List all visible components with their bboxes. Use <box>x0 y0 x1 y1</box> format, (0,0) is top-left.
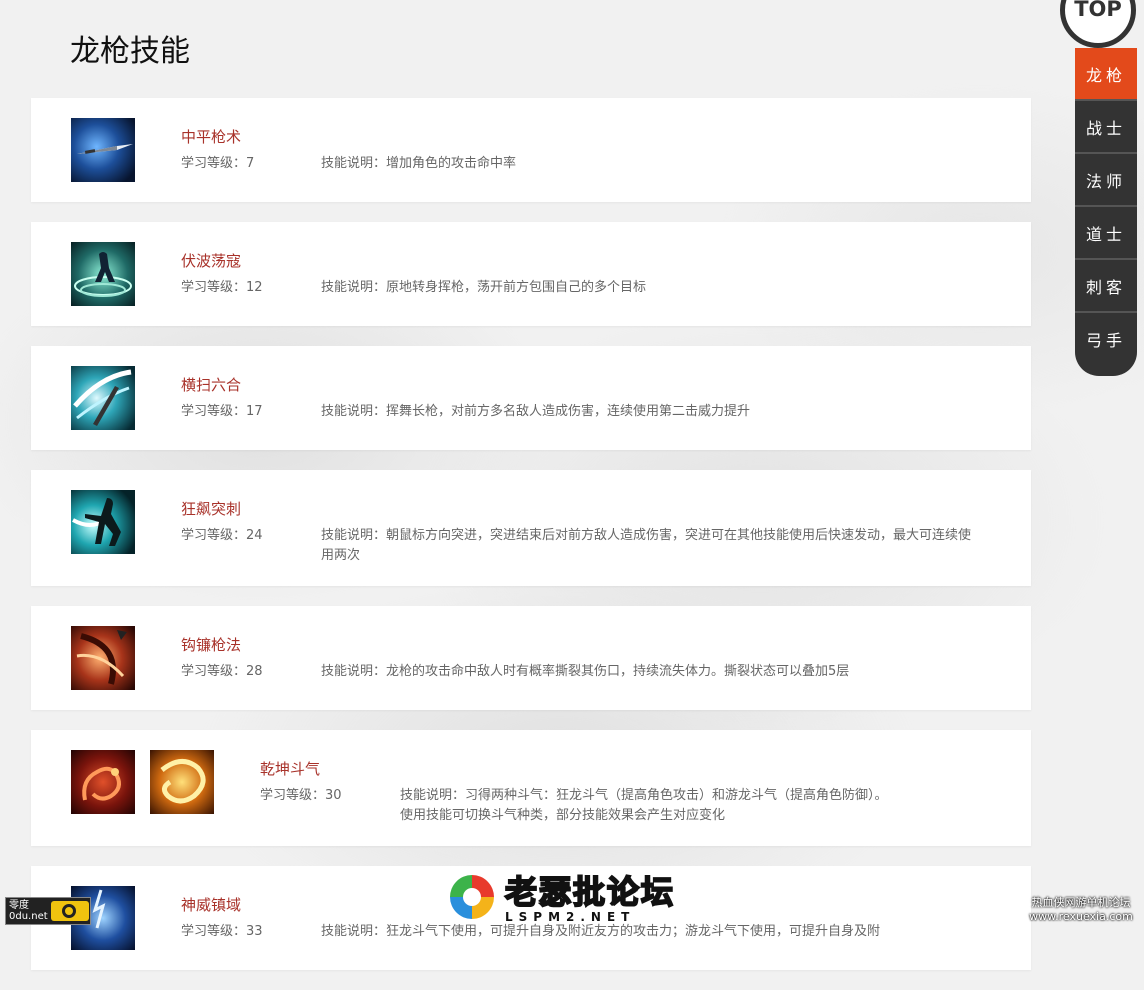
spear-thrust-icon <box>71 118 135 182</box>
wave-spin-icon <box>71 242 135 306</box>
skill-name: 伏波荡寇 <box>181 252 242 270</box>
skill-card: 钩镰枪法 学习等级：28 技能说明：龙枪的攻击命中敌人时有概率撕裂其伤口，持续流… <box>31 606 1031 710</box>
watermark-0du-line2: 0du.net <box>9 911 48 922</box>
skill-level: 学习等级：12 <box>181 280 263 295</box>
dash-thrust-icon <box>71 490 135 554</box>
skill-description: 技能说明：原地转身挥枪，荡开前方包围自己的多个目标 <box>321 280 647 295</box>
skill-level: 学习等级：17 <box>181 404 263 419</box>
nav-item-assassin[interactable]: 刺客 <box>1075 260 1137 313</box>
skill-name: 狂飙突刺 <box>181 500 242 518</box>
skill-card: 横扫六合 学习等级：17 技能说明：挥舞长枪，对前方多名敌人造成伤害，连续使用第… <box>31 346 1031 450</box>
nav-item-dragon-spear[interactable]: 龙枪 <box>1075 48 1137 101</box>
swirl-logo-icon <box>450 875 494 919</box>
skill-level: 学习等级：28 <box>181 664 263 679</box>
skill-card: 中平枪术 学习等级：7 技能说明：增加角色的攻击命中率 <box>31 98 1031 202</box>
skill-description: 技能说明：习得两种斗气：狂龙斗气（提高角色攻击）和游龙斗气（提高角色防御）。使用… <box>400 788 888 823</box>
watermark-rexuexia-line2: www.rexuexia.com <box>1029 910 1133 923</box>
skill-level: 学习等级：30 <box>260 788 342 803</box>
sweep-slash-icon <box>71 366 135 430</box>
skill-name: 中平枪术 <box>181 128 242 146</box>
skill-level: 学习等级：33 <box>181 924 263 939</box>
skill-description: 技能说明：挥舞长枪，对前方多名敌人造成伤害，连续使用第二击威力提升 <box>321 404 751 419</box>
nav-item-warrior[interactable]: 战士 <box>1075 101 1137 154</box>
skill-level: 学习等级：24 <box>181 528 263 543</box>
skill-list: 中平枪术 学习等级：7 技能说明：增加角色的攻击命中率 伏波荡寇 学习等级：12… <box>31 98 1031 990</box>
raging-dragon-icon <box>71 750 135 814</box>
watermark-lspm2: 老瑟批论坛 LSPM2.NET <box>445 866 705 932</box>
back-to-top-label: TOP <box>1074 0 1122 21</box>
nav-item-archer[interactable]: 弓手 <box>1075 313 1137 364</box>
class-nav-list: 龙枪 战士 法师 道士 刺客 弓手 <box>1075 48 1137 376</box>
skill-description: 技能说明：龙枪的攻击命中敌人时有概率撕裂其伤口，持续流失体力。撕裂状态可以叠加5… <box>321 664 850 679</box>
back-to-top-button[interactable]: TOP <box>1060 0 1136 48</box>
skill-card: 伏波荡寇 学习等级：12 技能说明：原地转身挥枪，荡开前方包围自己的多个目标 <box>31 222 1031 326</box>
skill-level: 学习等级：7 <box>181 156 255 171</box>
skill-description: 技能说明：增加角色的攻击命中率 <box>321 156 517 171</box>
skill-card: 狂飙突刺 学习等级：24 技能说明：朝鼠标方向突进，突进结束后对前方敌人造成伤害… <box>31 470 1031 586</box>
nav-item-taoist[interactable]: 道士 <box>1075 207 1137 260</box>
page-title: 龙枪技能 <box>70 34 190 69</box>
watermark-0du-line1: 零度 <box>9 900 29 911</box>
nav-item-mage[interactable]: 法师 <box>1075 154 1137 207</box>
skill-card: 乾坤斗气 学习等级：30 技能说明：习得两种斗气：狂龙斗气（提高角色攻击）和游龙… <box>31 730 1031 846</box>
watermark-lspm2-url: LSPM2.NET <box>505 910 636 924</box>
skill-name: 横扫六合 <box>181 376 242 394</box>
watermark-rexuexia: 热血侠网游单机论坛 www.rexuexia.com <box>1022 896 1140 924</box>
watermark-0du: 零度 0du.net <box>5 897 91 925</box>
roaming-dragon-icon <box>150 750 214 814</box>
skill-description: 技能说明：朝鼠标方向突进，突进结束后对前方敌人造成伤害，突进可在其他技能使用后快… <box>321 528 972 563</box>
hook-spear-icon <box>71 626 135 690</box>
watermark-lspm2-title: 老瑟批论坛 <box>504 873 676 911</box>
watermark-rexuexia-line1: 热血侠网游单机论坛 <box>1031 896 1131 909</box>
skill-name: 钩镰枪法 <box>181 636 242 654</box>
eye-logo-icon <box>51 901 89 921</box>
skill-name: 乾坤斗气 <box>260 760 321 778</box>
